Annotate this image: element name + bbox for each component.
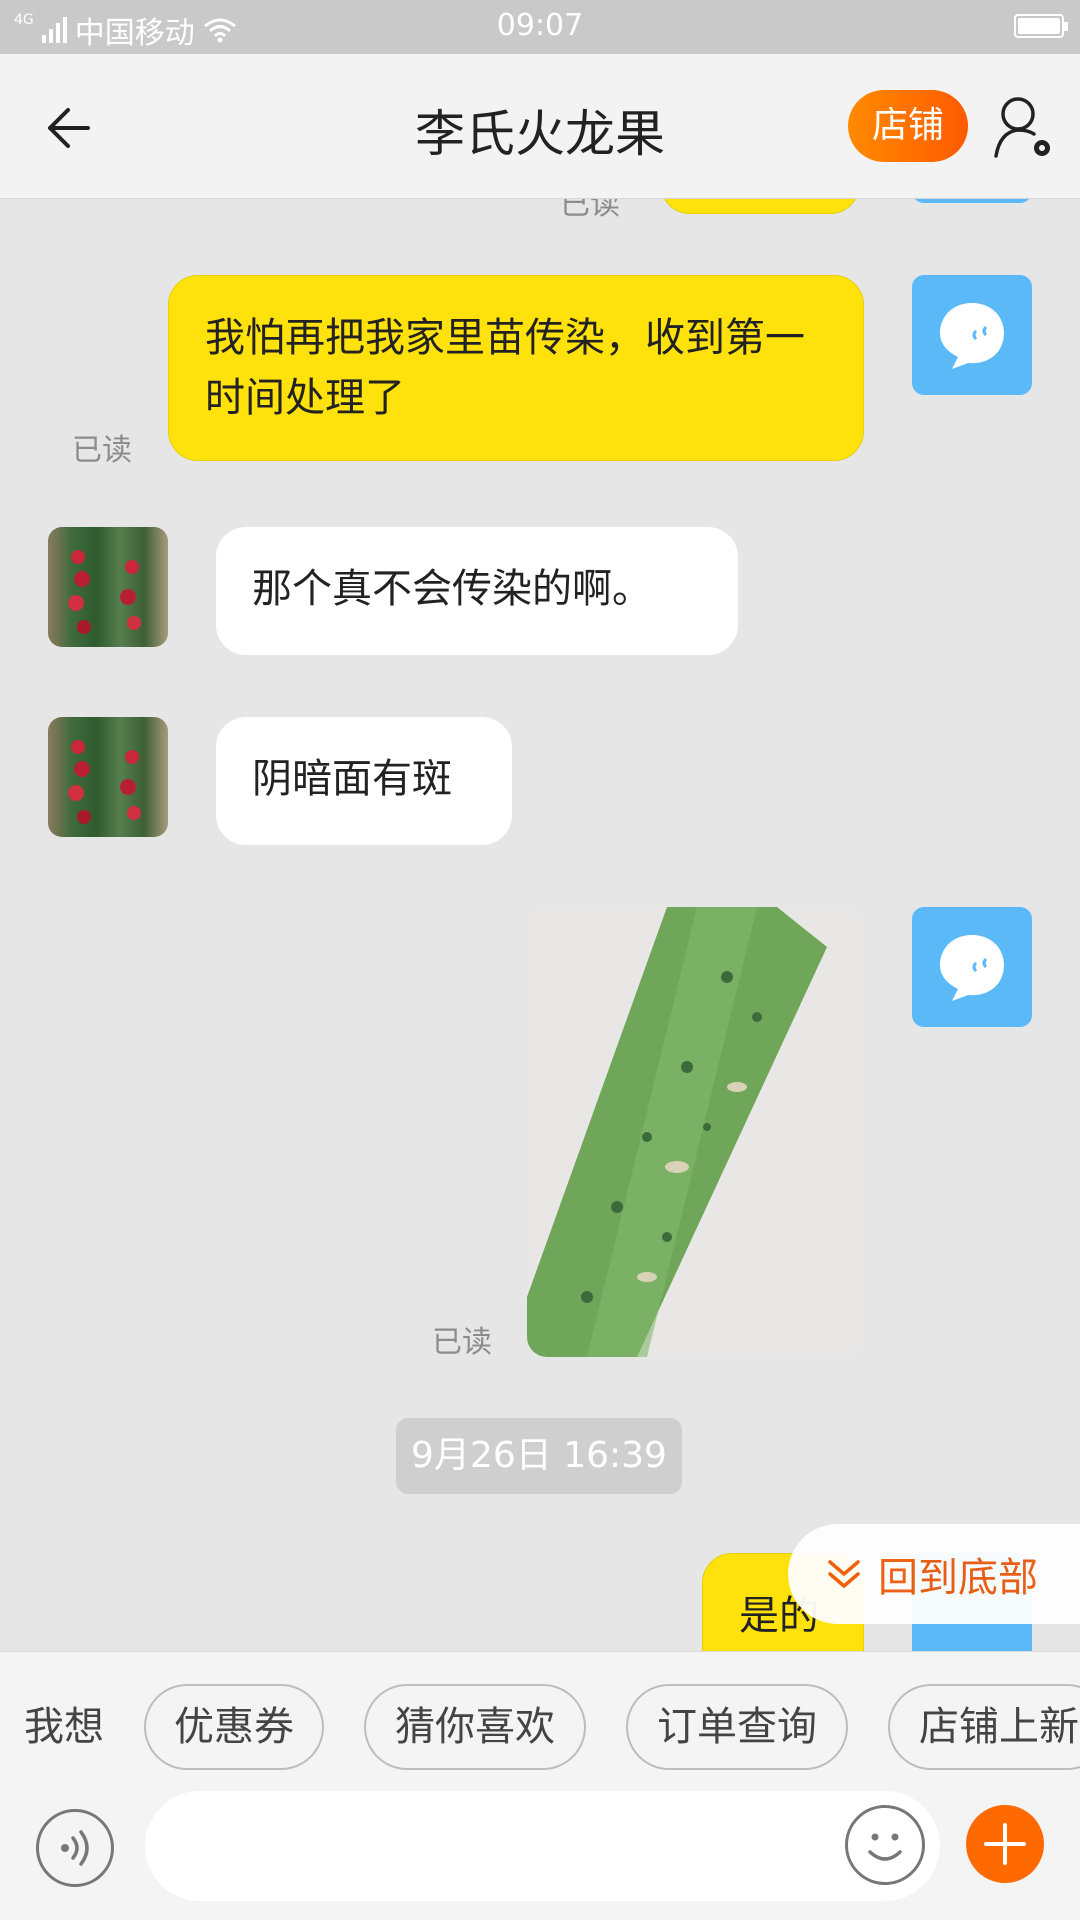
chip-coupon[interactable]: 优惠券	[144, 1684, 324, 1770]
my-avatar[interactable]	[912, 907, 1032, 1027]
input-bar	[0, 1781, 1080, 1920]
plus-icon	[984, 1823, 1026, 1865]
message-bubble-received[interactable]: 那个真不会传染的啊。	[216, 527, 738, 655]
dragon-fruit-image	[68, 550, 141, 634]
status-bar: 4G 中国移动 09:07	[0, 0, 1080, 54]
chat-bubble-icon	[940, 303, 1004, 369]
message-image[interactable]	[527, 907, 864, 1357]
message-input[interactable]	[145, 1791, 940, 1901]
scroll-to-bottom-button[interactable]: 回到底部	[788, 1524, 1080, 1624]
voice-icon	[61, 1830, 89, 1866]
chat-message-list[interactable]: 已读 我怕再把我家里苗传染，收到第一时间处理了 已读 那个真不会传染的啊。 阴暗…	[0, 199, 1080, 1651]
message-text: 阴暗面有斑	[252, 756, 452, 802]
quick-actions-bar: 我想 优惠券 猜你喜欢 订单查询 店铺上新	[0, 1651, 1080, 1781]
read-status: 已读	[72, 433, 132, 468]
user-settings-icon[interactable]	[992, 94, 1056, 164]
chip-order-lookup[interactable]: 订单查询	[626, 1684, 848, 1770]
message-bubble-partial[interactable]	[660, 199, 860, 214]
shop-avatar[interactable]	[48, 527, 168, 647]
smiley-icon	[868, 1833, 902, 1861]
double-chevron-down-icon	[828, 1560, 860, 1588]
quick-actions-label: 我想	[24, 1704, 104, 1750]
chip-recommend[interactable]: 猜你喜欢	[364, 1684, 586, 1770]
read-status-partial: 已读	[560, 199, 620, 222]
status-time: 09:07	[496, 8, 584, 43]
emoji-button[interactable]	[845, 1805, 925, 1885]
my-avatar[interactable]	[912, 275, 1032, 395]
my-avatar-partial[interactable]	[912, 199, 1032, 203]
chat-header: 李氏火龙果 店铺	[0, 54, 1080, 199]
message-bubble-received[interactable]: 阴暗面有斑	[216, 717, 512, 845]
shop-avatar[interactable]	[48, 717, 168, 837]
read-status: 已读	[432, 1325, 492, 1360]
timestamp: 9月26日 16:39	[396, 1418, 682, 1494]
message-text: 那个真不会传染的啊。	[252, 566, 652, 612]
more-options-button[interactable]	[966, 1805, 1044, 1883]
chip-new-arrivals[interactable]: 店铺上新	[888, 1684, 1080, 1770]
shop-button[interactable]: 店铺	[848, 90, 968, 162]
voice-button[interactable]	[36, 1809, 114, 1887]
battery-icon	[1014, 14, 1068, 38]
cactus-photo	[527, 907, 864, 1357]
dragon-fruit-image	[68, 740, 141, 824]
message-text: 我怕再把我家里苗传染，收到第一时间处理了	[205, 315, 805, 421]
chat-bubble-icon	[940, 935, 1004, 1001]
message-bubble-sent[interactable]: 我怕再把我家里苗传染，收到第一时间处理了	[168, 275, 864, 461]
scroll-to-bottom-label: 回到底部	[878, 1555, 1038, 1601]
